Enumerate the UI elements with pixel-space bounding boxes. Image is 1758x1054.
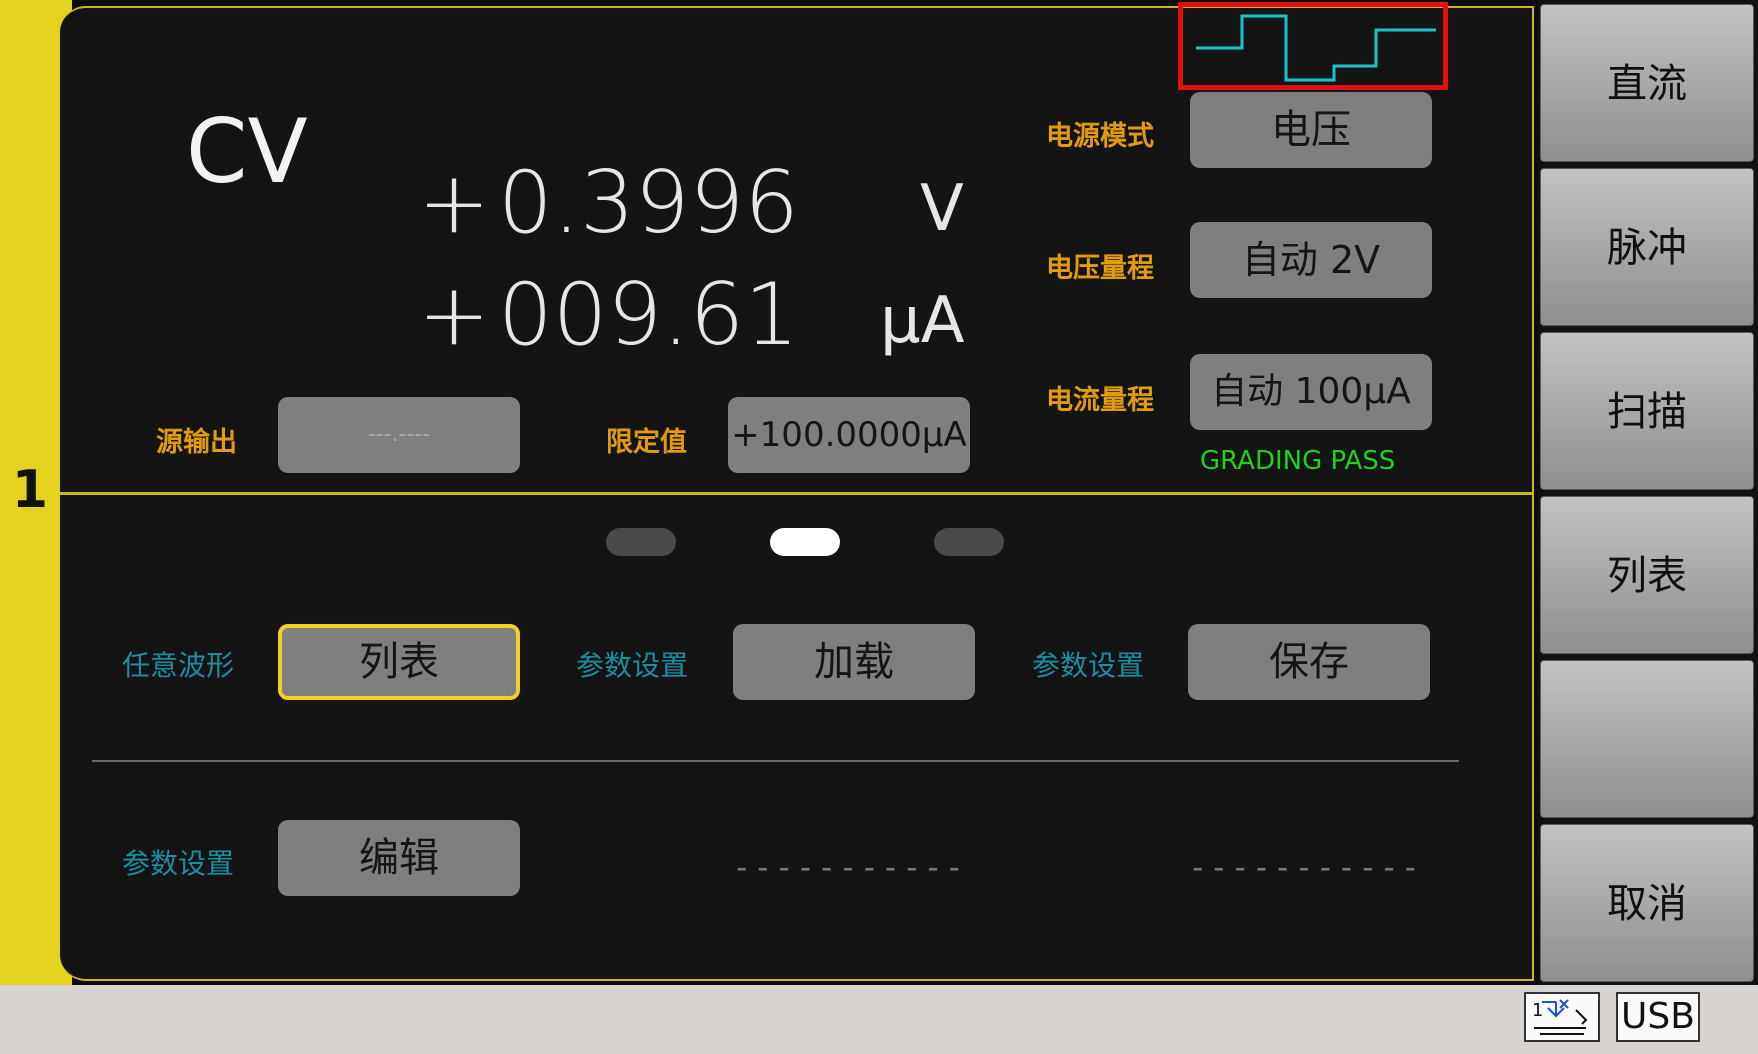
softkey-list-label: 列表 <box>1607 553 1687 599</box>
softkey-dc[interactable]: 直流 <box>1540 4 1754 162</box>
current-unit: µA <box>880 284 965 358</box>
edit-button[interactable]: 编辑 <box>278 820 520 896</box>
current-reading: 009.61 <box>498 265 799 365</box>
load-params-label: 参数设置 <box>576 649 689 682</box>
power-mode-value: 电压 <box>1271 107 1351 153</box>
edit-params-label: 参数设置 <box>122 847 235 880</box>
softkey-dc-label: 直流 <box>1607 61 1687 107</box>
current-range-label: 电流量程 <box>1046 385 1154 416</box>
power-mode-button[interactable]: 电压 <box>1190 92 1432 168</box>
voltage-reading: 0.3996 <box>498 153 799 253</box>
softkey-pulse[interactable]: 脉冲 <box>1540 168 1754 326</box>
voltage-sign: + <box>418 153 491 253</box>
current-range-button[interactable]: 自动 100µA <box>1190 354 1432 430</box>
channel-number: 1 <box>11 460 49 520</box>
source-output-field[interactable]: ---.---- <box>278 397 520 473</box>
arbitrary-wave-label: 任意波形 <box>122 649 235 682</box>
usb-indicator: USB <box>1616 992 1700 1042</box>
voltage-range-button[interactable]: 自动 2V <box>1190 222 1432 298</box>
softkey-blank[interactable] <box>1540 660 1754 818</box>
trigger-icon: 1 <box>1524 992 1600 1042</box>
page-dot-1[interactable] <box>606 528 676 556</box>
softkey-list[interactable]: 列表 <box>1540 496 1754 654</box>
source-output-label: 源输出 <box>156 427 237 458</box>
save-button-label: 保存 <box>1269 639 1349 685</box>
load-button-label: 加载 <box>814 639 894 685</box>
page-dot-2-active[interactable] <box>770 528 840 556</box>
svg-text:1: 1 <box>1532 1000 1543 1021</box>
edit-button-label: 编辑 <box>359 835 439 881</box>
limit-field[interactable]: +100.0000µA <box>728 397 970 473</box>
current-sign: + <box>418 265 491 365</box>
softkey-sweep[interactable]: 扫描 <box>1540 332 1754 490</box>
softkey-sweep-label: 扫描 <box>1607 389 1687 435</box>
limit-value: +100.0000µA <box>731 415 967 455</box>
waveform-highlight-box <box>1178 2 1448 90</box>
empty-slot-1: ----------- <box>732 848 966 886</box>
panel-divider <box>60 492 1534 495</box>
empty-slot-2: ----------- <box>1188 848 1422 886</box>
softkey-pulse-label: 脉冲 <box>1607 225 1687 271</box>
limit-label: 限定值 <box>606 427 687 458</box>
save-params-label: 参数设置 <box>1032 649 1145 682</box>
grading-status: GRADING PASS <box>1200 446 1396 476</box>
page-dot-3[interactable] <box>934 528 1004 556</box>
softkey-cancel-label: 取消 <box>1607 881 1687 927</box>
list-button-label: 列表 <box>359 639 439 685</box>
save-button[interactable]: 保存 <box>1188 624 1430 700</box>
params-divider <box>92 760 1459 762</box>
status-bar <box>0 985 1758 1054</box>
power-mode-label: 电源模式 <box>1046 121 1154 152</box>
usb-label: USB <box>1621 996 1695 1037</box>
softkey-cancel[interactable]: 取消 <box>1540 824 1754 982</box>
voltage-range-label: 电压量程 <box>1046 253 1154 284</box>
load-button[interactable]: 加载 <box>733 624 975 700</box>
voltage-unit: V <box>920 172 964 246</box>
output-mode-indicator: CV <box>186 100 308 203</box>
source-output-value: ---.---- <box>367 422 431 447</box>
current-range-value: 自动 100µA <box>1211 371 1411 412</box>
list-button[interactable]: 列表 <box>278 624 520 700</box>
voltage-range-value: 自动 2V <box>1241 238 1381 282</box>
